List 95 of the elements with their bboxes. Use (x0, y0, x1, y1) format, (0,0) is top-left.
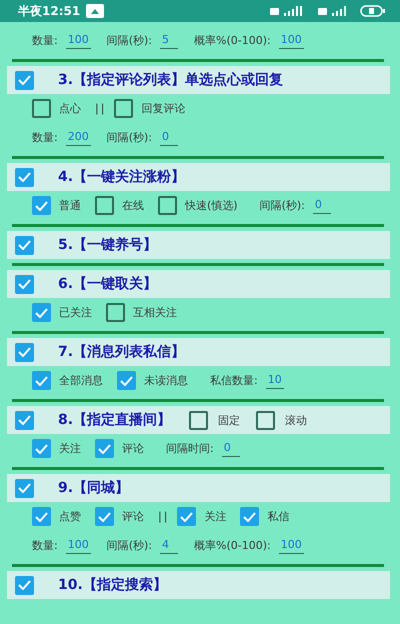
checkmark-icon (35, 308, 48, 318)
checkbox[interactable] (117, 371, 136, 390)
checkbox[interactable] (106, 303, 125, 322)
checkbox[interactable] (15, 342, 34, 362)
checkmark-icon (18, 279, 31, 289)
checkbox[interactable] (114, 99, 134, 118)
section-title: 8.【指定直播间】 (58, 411, 172, 429)
option-label: 快速(慎选) (185, 198, 238, 213)
checkbox[interactable] (32, 507, 51, 526)
option-label: 未读消息 (144, 373, 188, 388)
checkbox[interactable] (32, 439, 51, 458)
checkmark-icon (18, 580, 31, 590)
option-label: 私信 (267, 509, 290, 524)
option-label: 互相关注 (133, 305, 177, 320)
field-label: 间隔时间: (166, 441, 214, 456)
section-title: 3.【指定评论列表】单选点心或回复 (58, 71, 284, 89)
section-title: 7.【消息列表私信】 (58, 343, 186, 361)
separator-text: || (95, 102, 106, 115)
section-title: 6.【一键取关】 (58, 275, 158, 293)
checkbox[interactable] (189, 410, 208, 430)
section-title: 10.【指定搜索】 (58, 576, 167, 594)
option-label: 回复评论 (141, 101, 186, 116)
checkmark-icon (120, 376, 133, 386)
option-label: 关注 (204, 509, 226, 524)
input-field[interactable]: 100 (278, 538, 304, 554)
checkmark-icon (18, 240, 31, 250)
checkbox[interactable] (158, 196, 177, 215)
notification-icon (86, 4, 104, 18)
checkmark-icon (35, 444, 48, 454)
option-label: 评论 (122, 509, 144, 524)
checkbox[interactable] (32, 196, 51, 215)
checkbox[interactable] (15, 70, 34, 90)
checkbox[interactable] (32, 99, 51, 118)
field-label: 概率%(0-100): (194, 33, 271, 48)
checkmark-icon (243, 512, 256, 522)
section-title: 5.【一键养号】 (58, 236, 158, 254)
option-label: 点赞 (59, 509, 81, 524)
field-label: 间隔(秒): (106, 130, 152, 145)
option-label: 滚动 (285, 412, 308, 428)
checkmark-icon (35, 512, 48, 522)
field-label: 数量: (32, 538, 58, 553)
option-label: 普通 (59, 198, 81, 213)
checkbox[interactable] (15, 478, 34, 498)
field-label: 私信数量: (210, 373, 258, 388)
checkbox[interactable] (32, 303, 51, 322)
checkmark-icon (18, 172, 31, 182)
input-field[interactable]: 100 (66, 32, 91, 48)
checkbox[interactable] (15, 168, 34, 186)
checkbox[interactable] (15, 274, 34, 294)
checkbox[interactable] (95, 507, 114, 526)
option-label: 固定 (218, 412, 240, 428)
field-label: 间隔(秒): (260, 198, 305, 213)
checkbox[interactable] (15, 576, 34, 594)
checkbox[interactable] (177, 507, 196, 526)
input-field[interactable]: 0 (222, 440, 240, 456)
checkmark-icon (18, 347, 31, 357)
separator-text: || (158, 510, 170, 523)
checkmark-icon (180, 512, 194, 522)
field-label: 数量: (32, 130, 58, 145)
option-label: 关注 (59, 441, 81, 456)
checkmark-icon (18, 483, 31, 493)
input-field[interactable]: 0 (160, 130, 178, 146)
option-label: 评论 (122, 441, 144, 456)
field-label: 概率%(0-100): (194, 538, 271, 553)
checkmark-icon (18, 415, 31, 425)
checkbox[interactable] (15, 236, 34, 254)
input-field[interactable]: 100 (66, 538, 91, 554)
option-label: 全部消息 (59, 373, 103, 388)
checkmark-icon (35, 376, 48, 386)
input-field[interactable]: 200 (66, 130, 91, 146)
field-label: 间隔(秒): (106, 538, 152, 553)
input-field[interactable]: 0 (312, 198, 331, 214)
checkmark-icon (98, 444, 111, 454)
input-field[interactable]: 4 (160, 538, 178, 554)
field-label: 数量: (32, 33, 58, 48)
battery-icon (360, 5, 386, 17)
option-label: 在线 (122, 198, 144, 213)
checkbox[interactable] (32, 371, 51, 390)
input-field[interactable]: 100 (278, 32, 304, 48)
input-field[interactable]: 5 (160, 32, 178, 48)
checkbox[interactable] (240, 507, 260, 526)
checkmark-icon (98, 512, 111, 522)
checkbox[interactable] (95, 439, 114, 458)
input-field[interactable]: 10 (266, 372, 284, 388)
checkbox[interactable] (15, 410, 34, 430)
checkbox[interactable] (256, 410, 276, 430)
clock-text: 半夜12:51 (18, 2, 80, 20)
checkmark-icon (35, 200, 48, 210)
option-label: 已关注 (59, 305, 92, 320)
checkbox[interactable] (95, 196, 114, 215)
section-title: 9.【同城】 (58, 479, 130, 497)
checkmark-icon (18, 75, 31, 85)
option-label: 点心 (59, 101, 81, 116)
section-title: 4.【一键关注涨粉】 (58, 168, 186, 186)
field-label: 间隔(秒): (106, 33, 152, 48)
